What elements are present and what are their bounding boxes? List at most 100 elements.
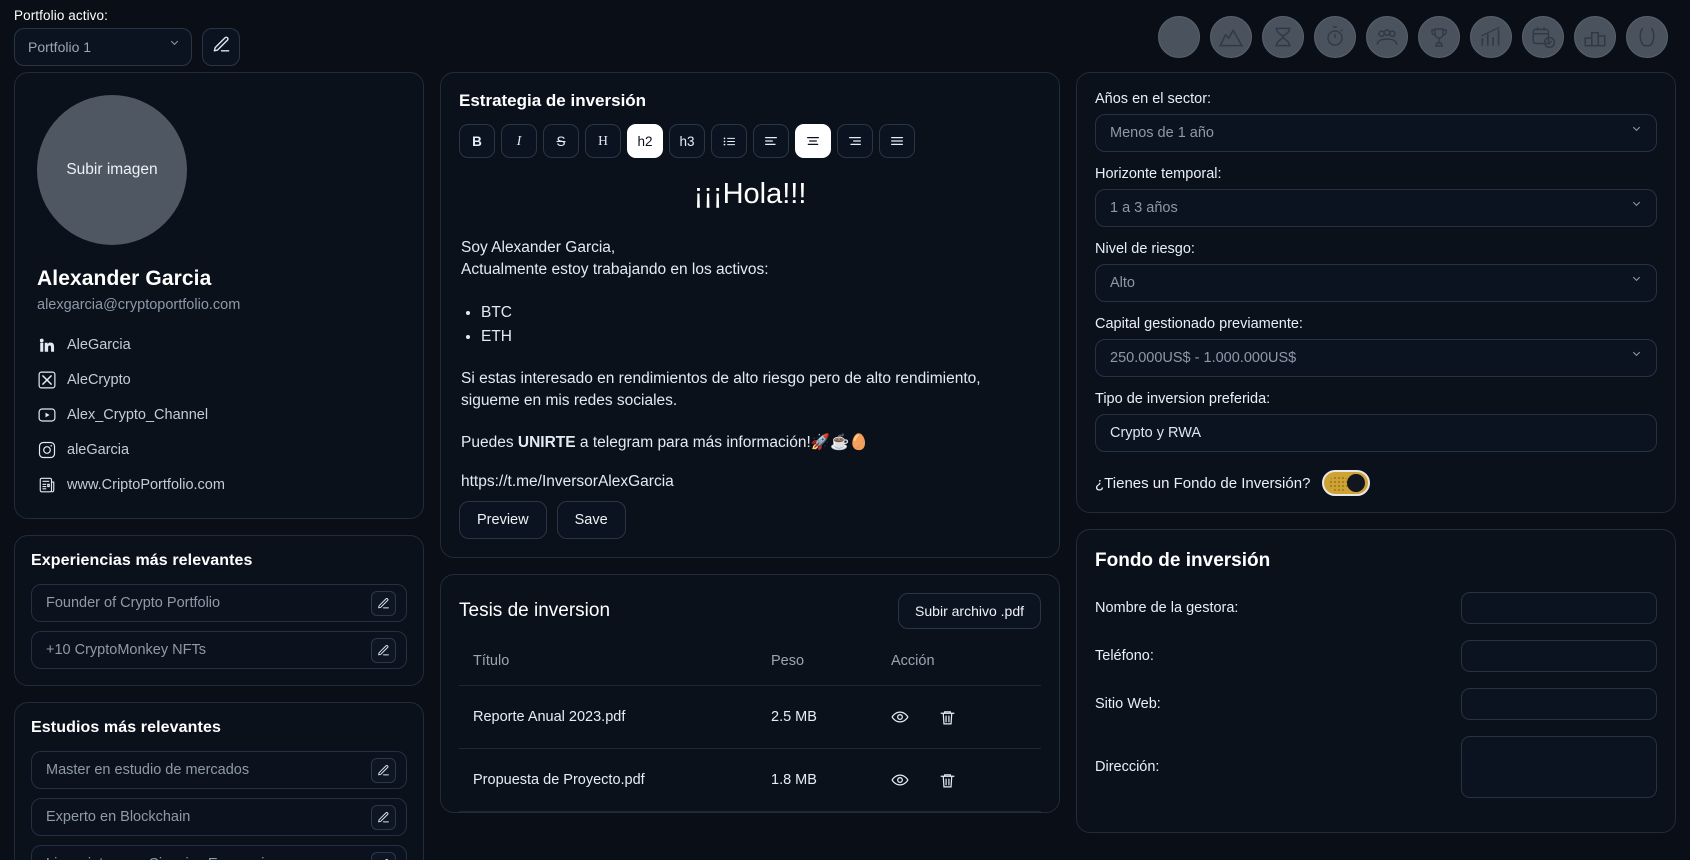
edit-study-button[interactable]	[371, 805, 396, 830]
bullet-list-button[interactable]	[711, 124, 747, 158]
managed-capital-select[interactable]: 250.000US$ - 1.000.000US$	[1095, 339, 1657, 377]
experiences-title: Experiencias más relevantes	[31, 552, 407, 570]
document-paragraph-3: Puedes UNIRTE a telegram para más inform…	[461, 432, 1039, 454]
portfolio-select-wrap: Portfolio 1	[14, 28, 192, 66]
fund-row: Sitio Web:	[1095, 688, 1657, 720]
view-file-icon[interactable]	[891, 771, 909, 789]
edit-study-button[interactable]	[371, 758, 396, 783]
italic-button[interactable]: I	[501, 124, 537, 158]
heading-button[interactable]: H	[585, 124, 621, 158]
view-file-icon[interactable]	[891, 708, 909, 726]
preferred-investment-input[interactable]	[1095, 414, 1657, 452]
save-button[interactable]: Save	[557, 501, 626, 539]
telegram-link[interactable]: https://t.me/InversorAlexGarcia	[461, 473, 1039, 491]
file-size: 2.5 MB	[771, 686, 891, 749]
badge-blank[interactable]	[1158, 16, 1200, 58]
social-link-label: www.CriptoPortfolio.com	[67, 477, 225, 493]
fund-toggle-switch[interactable]	[1322, 470, 1370, 496]
editor-actions: Preview Save	[459, 501, 1041, 539]
document-line: Soy Alexander Garcia,	[461, 239, 615, 256]
edit-experience-button[interactable]	[371, 638, 396, 663]
risk-level-select[interactable]: Alto	[1095, 264, 1657, 302]
experience-item[interactable]: Founder of Crypto Portfolio	[31, 584, 407, 622]
align-right-button[interactable]	[837, 124, 873, 158]
fund-toggle-row: ¿Tienes un Fondo de Inversión?	[1095, 470, 1657, 496]
fund-phone-input[interactable]	[1461, 640, 1657, 672]
portfolio-select[interactable]: Portfolio 1	[14, 28, 192, 66]
badge-stopwatch[interactable]	[1314, 16, 1356, 58]
document-line: Actualmente estoy trabajando en los acti…	[461, 261, 769, 278]
youtube-icon	[37, 405, 56, 424]
preferred-investment-label: Tipo de inversion preferida:	[1095, 391, 1657, 407]
delete-file-icon[interactable]	[939, 709, 956, 726]
fund-website-label: Sitio Web:	[1095, 696, 1161, 712]
fund-title: Fondo de inversión	[1095, 550, 1657, 572]
tesis-header: Tesis de inversion Subir archivo .pdf	[459, 593, 1041, 629]
social-link-x[interactable]: AleCrypto	[37, 370, 401, 389]
social-link-website[interactable]: www.CriptoPortfolio.com	[37, 475, 401, 494]
social-link-label: AleGarcia	[67, 337, 131, 353]
study-item[interactable]: Master en estudio de mercados	[31, 751, 407, 789]
table-head: Título Peso Acción	[459, 645, 1041, 686]
align-center-button[interactable]	[795, 124, 831, 158]
edit-experience-button[interactable]	[371, 591, 396, 616]
experience-item-label: Founder of Crypto Portfolio	[46, 595, 220, 611]
website-icon	[37, 475, 56, 494]
align-justify-button[interactable]	[879, 124, 915, 158]
fund-address-input[interactable]	[1461, 736, 1657, 798]
strategy-document[interactable]: ¡¡¡Hola!!! Soy Alexander Garcia, Actualm…	[459, 168, 1041, 491]
social-link-label: AleCrypto	[67, 372, 131, 388]
strikethrough-button[interactable]: S	[543, 124, 579, 158]
study-item-label: Licenciatura en Ciencias Economicas	[46, 856, 287, 860]
edit-study-button[interactable]	[371, 852, 396, 860]
column-header-accion: Acción	[891, 645, 1041, 686]
badge-team[interactable]	[1366, 16, 1408, 58]
fund-row: Nombre de la gestora:	[1095, 592, 1657, 624]
profile-name: Alexander Garcia	[37, 267, 401, 291]
bold-button[interactable]: B	[459, 124, 495, 158]
experience-item[interactable]: +10 CryptoMonkey NFTs	[31, 631, 407, 669]
avatar-upload-label: Subir imagen	[66, 161, 157, 179]
social-link-linkedin[interactable]: AleGarcia	[37, 335, 401, 354]
toggle-texture	[1329, 476, 1349, 491]
table-row: Reporte Anual 2023.pdf 2.5 MB	[459, 686, 1041, 749]
table-body: Reporte Anual 2023.pdf 2.5 MB	[459, 686, 1041, 812]
delete-file-icon[interactable]	[939, 772, 956, 789]
badge-calendar-check[interactable]	[1522, 16, 1564, 58]
social-link-youtube[interactable]: Alex_Crypto_Channel	[37, 405, 401, 424]
document-paragraph-2: Si estas interesado en rendimientos de a…	[461, 368, 1039, 413]
edit-portfolio-button[interactable]	[202, 28, 240, 66]
pencil-icon	[212, 35, 231, 59]
studies-card: Estudios más relevantes Master en estudi…	[14, 702, 424, 860]
fund-manager-name-input[interactable]	[1461, 592, 1657, 624]
document-bullet: ETH	[481, 325, 1039, 349]
linkedin-icon	[37, 335, 56, 354]
heading-3-button[interactable]: h3	[669, 124, 705, 158]
tesis-title: Tesis de inversion	[459, 600, 610, 622]
document-text: a telegram para más información!🚀☕🥚	[576, 434, 869, 451]
file-size: 1.8 MB	[771, 749, 891, 812]
social-link-instagram[interactable]: aleGarcia	[37, 440, 401, 459]
align-left-button[interactable]	[753, 124, 789, 158]
study-item[interactable]: Experto en Blockchain	[31, 798, 407, 836]
fund-website-input[interactable]	[1461, 688, 1657, 720]
study-item[interactable]: Licenciatura en Ciencias Economicas	[31, 845, 407, 860]
document-bullet-list: BTC ETH	[481, 301, 1039, 349]
avatar-upload[interactable]: Subir imagen	[37, 95, 187, 245]
time-horizon-select[interactable]: 1 a 3 años	[1095, 189, 1657, 227]
preview-button[interactable]: Preview	[459, 501, 547, 539]
social-links-list: AleGarcia AleCrypto Alex_Crypto_Channel	[37, 335, 401, 494]
badge-podium[interactable]	[1574, 16, 1616, 58]
badge-hourglass[interactable]	[1262, 16, 1304, 58]
years-in-sector-select[interactable]: Menos de 1 año	[1095, 114, 1657, 152]
heading-2-button[interactable]: h2	[627, 124, 663, 158]
strategy-editor-card: Estrategia de inversión B I S H h2 h3	[440, 72, 1060, 558]
badge-trophy[interactable]	[1418, 16, 1460, 58]
fund-phone-label: Teléfono:	[1095, 648, 1154, 664]
badge-bar-chart[interactable]	[1470, 16, 1512, 58]
badge-mountain[interactable]	[1210, 16, 1252, 58]
badge-laurel[interactable]	[1626, 16, 1668, 58]
upload-pdf-button[interactable]: Subir archivo .pdf	[898, 593, 1041, 629]
document-bullet: BTC	[481, 301, 1039, 325]
managed-capital-wrap: 250.000US$ - 1.000.000US$	[1095, 339, 1657, 377]
